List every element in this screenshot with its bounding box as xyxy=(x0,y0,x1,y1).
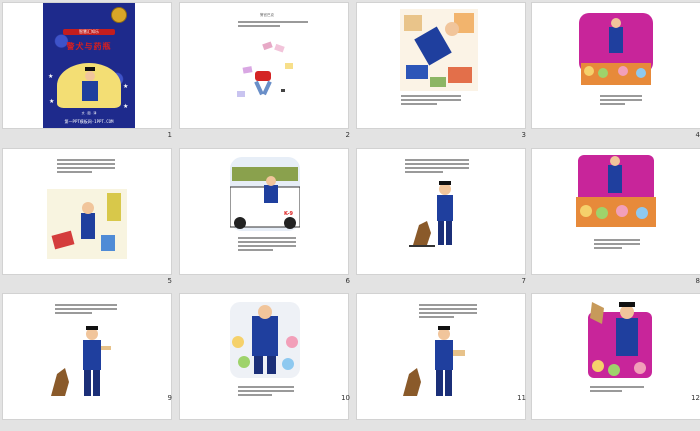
slide-thumbnail-6[interactable]: K-9 xyxy=(179,148,349,275)
text-block xyxy=(238,386,294,398)
slide-thumbnail-7[interactable] xyxy=(356,148,526,275)
stage-audience-illustration xyxy=(576,155,656,227)
slide-thumbnail-12[interactable] xyxy=(531,293,700,420)
text-block xyxy=(600,95,642,107)
car-badge-label: K-9 xyxy=(284,211,293,217)
star-icon: ★ xyxy=(123,83,129,90)
slide-number-3: 3 xyxy=(521,131,526,139)
cover-artwork: 智慧汇知乐 警犬与药瓶 ★ ★ ★ ★ 文 · 图 · 译 第一PPT模板网-1… xyxy=(43,3,135,128)
slide-number-5: 5 xyxy=(167,277,172,285)
slide-thumbnail-11[interactable] xyxy=(356,293,526,420)
text-block xyxy=(57,159,115,175)
text-block xyxy=(419,304,477,320)
slide-number-2: 2 xyxy=(345,131,350,139)
stage-audience-illustration xyxy=(579,13,653,85)
slide-number-1: 1 xyxy=(167,131,172,139)
police-officer-icon xyxy=(82,67,98,101)
slide-number-12: 12 xyxy=(691,394,700,402)
officer-falling-illustration xyxy=(400,9,478,91)
star-icon: ★ xyxy=(123,103,129,110)
award-medal-icon xyxy=(111,7,127,23)
slide-number-7: 7 xyxy=(521,277,526,285)
slide-number-8: 8 xyxy=(695,277,700,285)
slide-thumbnail-3[interactable] xyxy=(356,2,526,129)
text-block xyxy=(238,21,308,29)
officer-with-dog-illustration xyxy=(409,181,453,247)
slide-number-4: 4 xyxy=(695,131,700,139)
slide-number-9: 9 xyxy=(167,394,172,402)
slide-thumbnail-2[interactable]: 警官巴克 xyxy=(179,2,349,129)
slide-thumbnail-1[interactable]: 智慧汇知乐 警犬与药瓶 ★ ★ ★ ★ 文 · 图 · 译 第一PPT模板网-1… xyxy=(2,2,172,129)
cover-book-title: 警犬与药瓶 xyxy=(66,42,112,51)
star-icon: ★ xyxy=(48,73,54,80)
slide-thumbnail-10[interactable] xyxy=(179,293,349,420)
police-car-illustration xyxy=(230,157,300,231)
text-block xyxy=(405,159,469,175)
slide-thumbnail-8[interactable] xyxy=(531,148,700,275)
text-block xyxy=(401,95,461,107)
slide-thumbnail-9[interactable] xyxy=(2,293,172,420)
flying-papers-illustration xyxy=(237,41,293,97)
text-block xyxy=(590,386,644,394)
cover-series-label: 智慧汇知乐 xyxy=(63,29,115,35)
slide-number-6: 6 xyxy=(345,277,350,285)
officer-with-dog-illustration xyxy=(51,326,111,396)
slide-number-10: 10 xyxy=(341,394,350,402)
officer-on-stage-illustration xyxy=(588,302,652,378)
slide-thumbnail-5[interactable] xyxy=(2,148,172,275)
cover-footer-url: 第一PPT模板网-1PPT.COM xyxy=(64,119,114,124)
slide-sorter-grid: 智慧汇知乐 警犬与药瓶 ★ ★ ★ ★ 文 · 图 · 译 第一PPT模板网-1… xyxy=(0,0,700,431)
slide-heading: 警官巴克 xyxy=(260,13,274,17)
slide-thumbnail-4[interactable] xyxy=(531,2,700,129)
cover-credit: 文 · 图 · 译 xyxy=(81,111,97,115)
text-block xyxy=(594,239,640,251)
text-block xyxy=(55,304,117,316)
slide-number-11: 11 xyxy=(517,394,526,402)
officer-with-dog-illustration xyxy=(403,326,465,396)
officer-safety-talk-illustration xyxy=(47,189,127,259)
crowd-and-officer-illustration xyxy=(230,302,300,378)
star-icon: ★ xyxy=(49,98,55,105)
text-block xyxy=(238,237,296,253)
